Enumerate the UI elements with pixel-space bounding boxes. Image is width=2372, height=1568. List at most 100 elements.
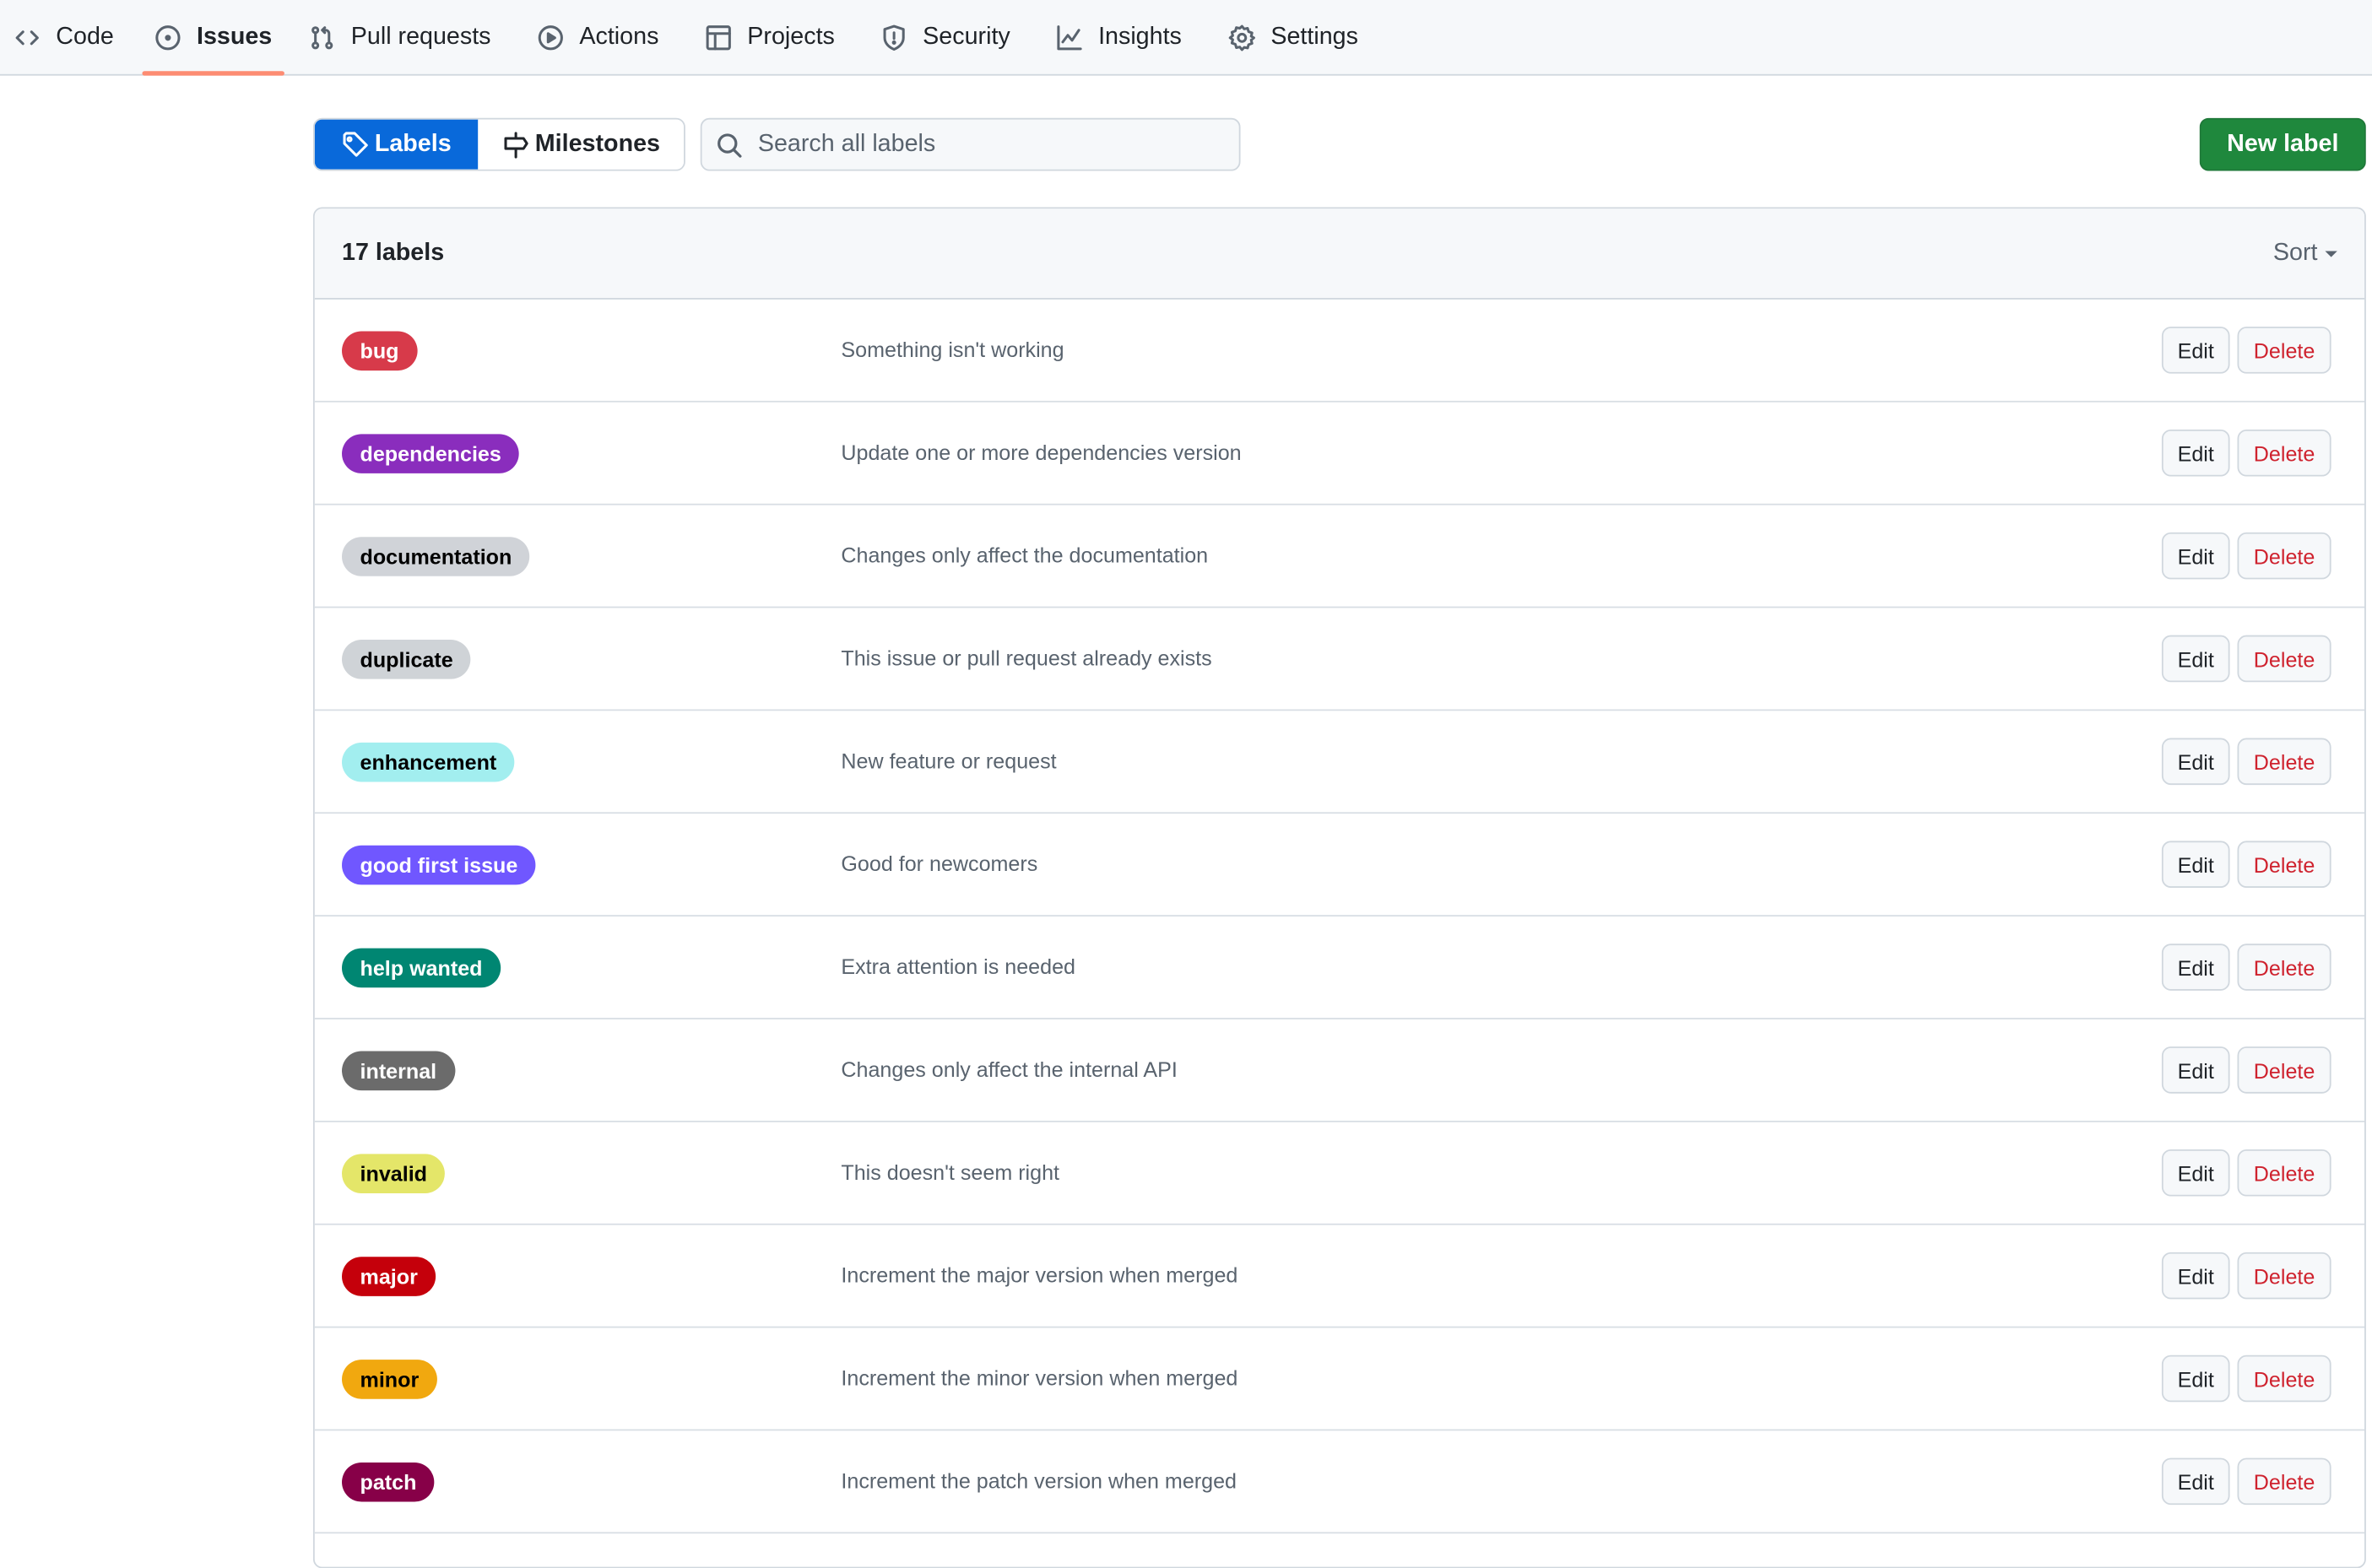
label-pill[interactable]: internal	[342, 1051, 455, 1091]
delete-label-button[interactable]: Delete	[2237, 1149, 2331, 1197]
tab-issues[interactable]: Issues	[142, 0, 284, 76]
label-row: help wanted Extra attention is needed Edit…	[314, 916, 2365, 1019]
edit-label-button[interactable]: Edit	[2161, 532, 2230, 580]
delete-label-button[interactable]: Delete	[2237, 944, 2331, 991]
edit-label-button[interactable]: Edit	[2161, 1354, 2230, 1403]
play-icon	[538, 25, 563, 51]
sort-dropdown[interactable]: Sort	[2273, 240, 2337, 267]
edit-label-button[interactable]: Edit	[2161, 429, 2230, 477]
label-pill[interactable]: patch	[342, 1462, 435, 1502]
delete-label-button[interactable]: Delete	[2237, 738, 2331, 786]
tab-label: Projects	[747, 24, 835, 51]
tab-code[interactable]: Code	[14, 0, 114, 76]
label-row: major Increment the major version when me…	[314, 1225, 2365, 1328]
milestones-tab-button[interactable]: Milestones	[478, 119, 685, 170]
label-row: bug Something isn't working Edit Delete	[314, 300, 2365, 403]
label-pill[interactable]: dependencies	[342, 434, 520, 473]
shield-icon	[883, 24, 905, 51]
label-pill[interactable]: major	[342, 1257, 436, 1296]
label-row: documentation Changes only affect the doc…	[314, 506, 2365, 608]
table-icon	[706, 25, 731, 51]
labels-page: Code Issues Pull requests Actions Projec…	[0, 0, 2372, 1568]
delete-label-button[interactable]: Delete	[2237, 532, 2331, 580]
label-pill[interactable]: duplicate	[342, 640, 472, 679]
search-labels-field[interactable]	[700, 117, 1241, 171]
milestone-icon	[503, 131, 528, 158]
label-description: Good for newcomers	[841, 851, 1038, 876]
edit-label-button[interactable]: Edit	[2161, 1046, 2230, 1094]
edit-label-button[interactable]: Edit	[2161, 1457, 2230, 1506]
tab-projects[interactable]: Projects	[705, 0, 835, 76]
tab-settings[interactable]: Settings	[1228, 0, 1358, 76]
edit-label-button[interactable]: Edit	[2161, 1149, 2230, 1197]
git-pull-request-icon	[311, 26, 333, 50]
label-description: Increment the major version when merged	[841, 1263, 1238, 1288]
label-description: Increment the minor version when merged	[841, 1365, 1238, 1390]
search-labels-input[interactable]	[757, 131, 1197, 159]
search-icon	[718, 132, 742, 157]
label-row: dependencies Update one or more dependenc…	[314, 403, 2365, 506]
label-pill[interactable]: documentation	[342, 537, 530, 576]
label-description: Extra attention is needed	[841, 954, 1075, 979]
caret-down-icon	[2325, 250, 2337, 257]
tab-security[interactable]: Security	[880, 0, 1010, 76]
label-row: internal Changes only affect the internal…	[314, 1019, 2365, 1122]
label-row: enhancement New feature or request Edit Del…	[314, 711, 2365, 814]
tab-label: Code	[56, 24, 114, 51]
edit-label-button[interactable]: Edit	[2161, 944, 2230, 991]
edit-label-button[interactable]: Edit	[2161, 327, 2230, 374]
labels-tab-button[interactable]: Labels	[314, 119, 479, 170]
delete-label-button[interactable]: Delete	[2237, 635, 2331, 683]
labels-tab-label: Labels	[374, 131, 452, 157]
delete-label-button[interactable]: Delete	[2237, 1354, 2331, 1403]
active-tab-indicator	[142, 71, 284, 76]
label-pill[interactable]: invalid	[342, 1154, 446, 1193]
sort-label: Sort	[2272, 240, 2318, 266]
tab-label: Issues	[196, 24, 273, 51]
new-label-button[interactable]: New label	[2199, 117, 2366, 171]
delete-label-button[interactable]: Delete	[2237, 1252, 2331, 1300]
label-description: This issue or pull request already exist…	[841, 646, 1212, 670]
label-pill[interactable]: enhancement	[342, 742, 515, 782]
labels-list-header: 17 labels Sort	[314, 208, 2365, 300]
labels-list: 17 labels Sort bug Something isn't workin…	[312, 207, 2366, 1568]
tab-insights[interactable]: Insights	[1056, 0, 1182, 76]
edit-label-button[interactable]: Edit	[2161, 635, 2230, 683]
label-pill[interactable]: help wanted	[342, 948, 501, 988]
labels-count: 17 labels	[342, 240, 445, 266]
label-description: Something isn't working	[841, 337, 1064, 362]
repo-nav: Code Issues Pull requests Actions Projec…	[0, 0, 2372, 76]
label-description: Changes only affect the documentation	[841, 543, 1209, 568]
label-description: This doesn't seem right	[841, 1160, 1060, 1185]
tab-actions[interactable]: Actions	[537, 0, 658, 76]
tab-label: Settings	[1270, 24, 1358, 51]
tab-label: Insights	[1098, 24, 1182, 51]
milestones-tab-label: Milestones	[534, 131, 660, 157]
edit-label-button[interactable]: Edit	[2161, 1252, 2230, 1300]
label-description: Update one or more dependencies version	[841, 440, 1242, 465]
delete-label-button[interactable]: Delete	[2237, 327, 2331, 374]
label-row: patch Increment the patch version when me…	[314, 1430, 2365, 1534]
tab-label: Security	[923, 24, 1010, 51]
edit-label-button[interactable]: Edit	[2161, 738, 2230, 786]
delete-label-button[interactable]: Delete	[2237, 1457, 2331, 1506]
label-description: Changes only affect the internal API	[841, 1057, 1178, 1082]
delete-label-button[interactable]: Delete	[2237, 841, 2331, 888]
label-row: minor Increment the minor version when me…	[314, 1327, 2365, 1431]
tab-label: Actions	[579, 24, 659, 51]
tab-pull-requests[interactable]: Pull requests	[309, 0, 491, 76]
label-description: New feature or request	[841, 749, 1057, 773]
delete-label-button[interactable]: Delete	[2237, 1046, 2331, 1094]
label-pill[interactable]: bug	[342, 331, 418, 371]
label-pill[interactable]: minor	[342, 1360, 437, 1399]
issue-opened-icon	[155, 25, 181, 51]
delete-label-button[interactable]: Delete	[2237, 429, 2331, 477]
edit-label-button[interactable]: Edit	[2161, 841, 2230, 888]
label-row: duplicate This issue or pull request alre…	[314, 608, 2365, 711]
label-pill[interactable]: good first issue	[342, 845, 536, 885]
labels-rows: bug Something isn't working Edit Delete depe…	[314, 300, 2365, 1534]
code-icon	[15, 30, 39, 46]
label-row: good first issue Good for newcomers Edit De…	[314, 814, 2365, 917]
graph-icon	[1057, 25, 1082, 51]
gear-icon	[1228, 24, 1255, 51]
